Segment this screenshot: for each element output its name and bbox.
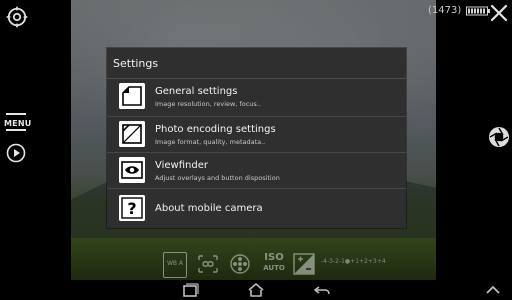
home-icon[interactable] (247, 282, 265, 298)
settings-item-title: Viewfinder (155, 160, 208, 171)
general-settings-icon (119, 83, 145, 109)
recent-apps-icon[interactable] (181, 282, 199, 298)
settings-item-title: General settings (155, 86, 238, 97)
menu-button[interactable]: MENU (4, 110, 32, 134)
settings-item-subtitle: Image resolution, review, focus.. (155, 100, 261, 108)
settings-item-photo-encoding[interactable]: Photo encoding settings Image format, qu… (107, 116, 406, 152)
system-navigation-bar (0, 280, 512, 300)
iso-value: AUTO (263, 264, 285, 272)
menu-label: MENU (4, 119, 32, 128)
exposure-compensation-icon[interactable] (293, 252, 315, 276)
settings-item-viewfinder[interactable]: Viewfinder Adjust overlays and button di… (107, 152, 406, 188)
settings-item-general[interactable]: General settings Image resolution, revie… (107, 79, 406, 115)
exposure-scale: -4-3-2-1●+1+2+3+4 (321, 258, 386, 265)
play-gallery-icon[interactable] (6, 143, 26, 163)
menu-line-bottom (6, 129, 26, 131)
battery-icon (466, 6, 490, 16)
close-icon[interactable] (489, 3, 509, 23)
white-balance-label: WB A (166, 260, 184, 267)
gear-icon[interactable] (6, 6, 28, 28)
iso-label: ISO (264, 252, 284, 263)
white-balance-button[interactable]: WB A (163, 252, 187, 278)
svg-text:?: ? (127, 199, 136, 218)
settings-title: Settings (113, 57, 159, 70)
settings-item-title: Photo encoding settings (155, 124, 276, 135)
settings-dialog: Settings General settings Image resoluti… (107, 48, 406, 228)
photo-encoding-icon (119, 121, 145, 147)
focus-infinity-icon[interactable] (197, 252, 219, 276)
settings-item-subtitle: Adjust overlays and button disposition (155, 174, 280, 182)
chevron-up-icon[interactable] (484, 282, 502, 298)
settings-item-subtitle: Image format, quality, metadata.. (155, 138, 266, 146)
shots-remaining-counter: (1473) (428, 5, 462, 16)
camera-app-screen: (1473) MENU Settings General settings Im… (0, 0, 512, 300)
left-control-bar (0, 0, 71, 280)
camera-quick-controls: WB A ISO AUTO -4-3-2-1●+1+2+3+4 (163, 252, 389, 278)
settings-item-about[interactable]: ? About mobile camera (107, 188, 406, 229)
shutter-icon[interactable] (488, 126, 510, 148)
eye-icon (119, 157, 145, 183)
settings-dialog-header: Settings (107, 48, 406, 78)
metering-icon[interactable] (229, 252, 251, 276)
question-mark-icon: ? (119, 195, 145, 221)
iso-button[interactable]: ISO AUTO (261, 252, 287, 277)
menu-line-top (6, 113, 26, 115)
back-icon[interactable] (313, 282, 331, 298)
settings-item-title: About mobile camera (155, 203, 263, 214)
